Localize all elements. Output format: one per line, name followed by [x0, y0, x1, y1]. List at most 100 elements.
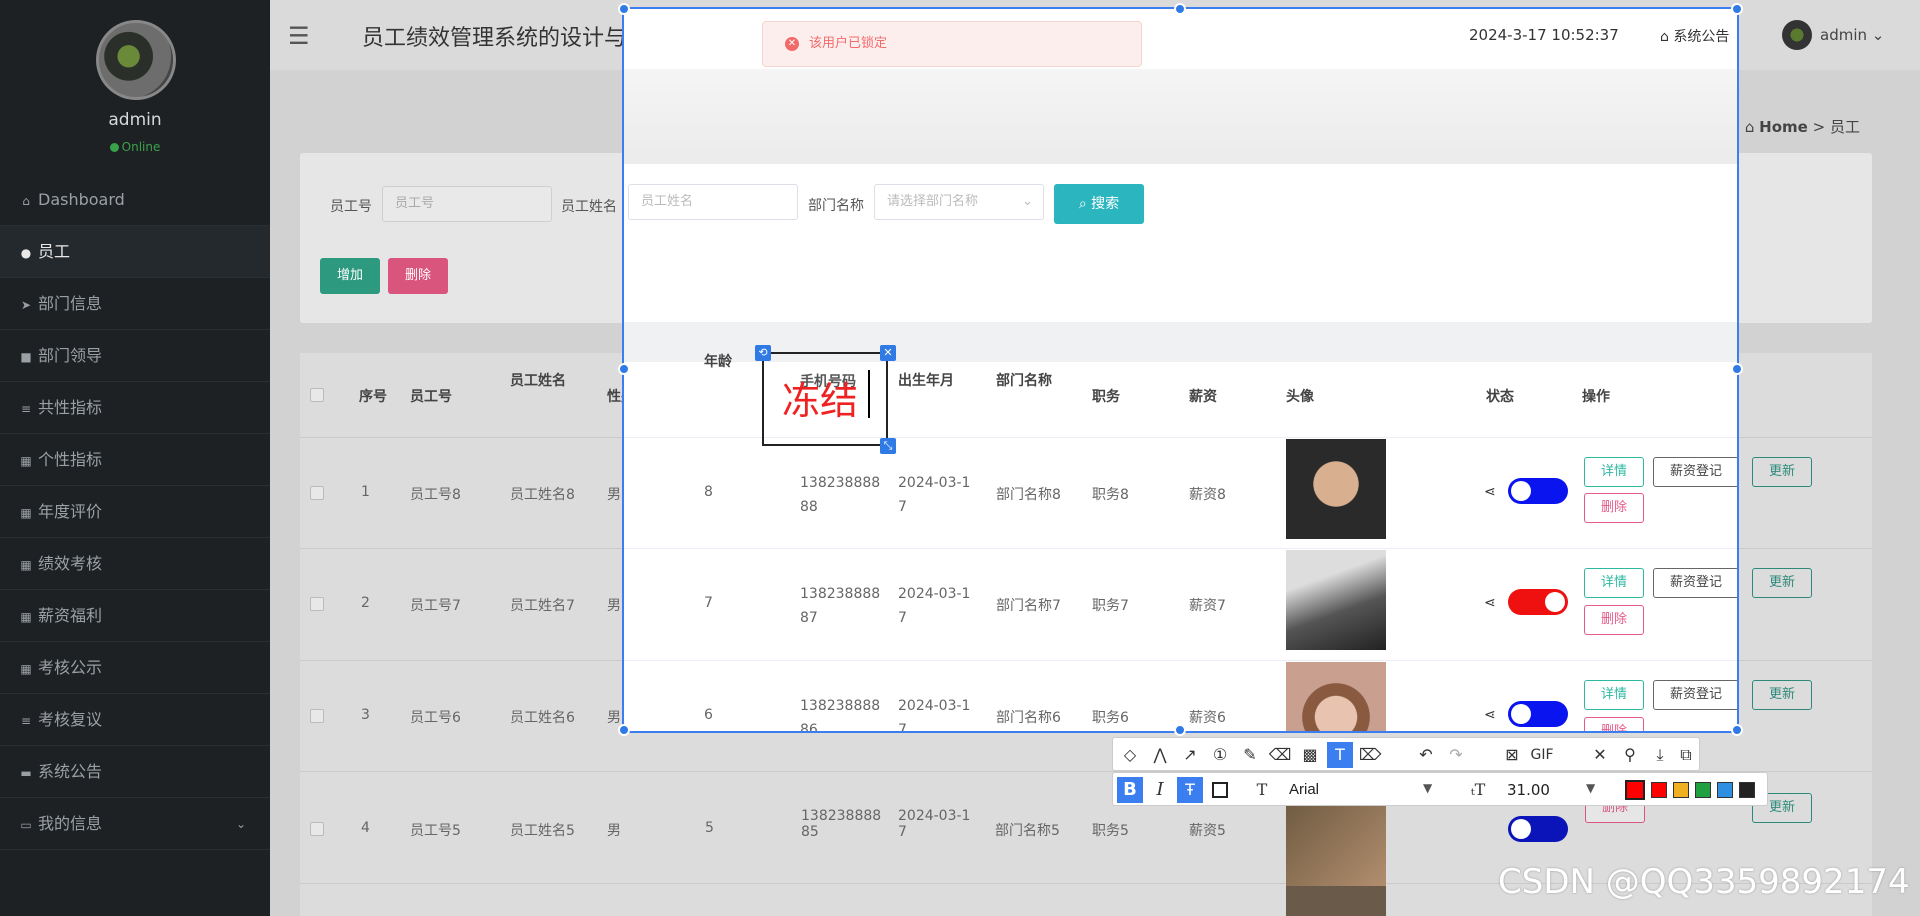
- download-icon[interactable]: ⤓: [1647, 742, 1673, 768]
- text-outline-icon[interactable]: Ŧ: [1177, 777, 1203, 803]
- delete-row-button[interactable]: 删除: [1584, 717, 1644, 731]
- sidebar-item-salary[interactable]: ▦ 薪资福利: [0, 590, 270, 642]
- resize-handle-ne[interactable]: [1731, 3, 1743, 15]
- update-button[interactable]: 更新: [1752, 457, 1812, 487]
- text-tool-icon[interactable]: T: [1327, 742, 1353, 768]
- header-avatar[interactable]: 头像: [1286, 386, 1314, 406]
- close-icon[interactable]: ✕: [880, 345, 896, 361]
- sidebar-item-personal-index[interactable]: ▦ 个性指标: [0, 434, 270, 486]
- add-button[interactable]: 增加: [320, 258, 380, 294]
- detail-button[interactable]: 详情: [1584, 568, 1644, 598]
- sidebar-item-dashboard[interactable]: ⌂ Dashboard: [0, 174, 270, 226]
- row-checkbox[interactable]: [310, 822, 324, 836]
- color-swatch-black[interactable]: [1739, 782, 1755, 798]
- pin-icon[interactable]: ⚲: [1617, 742, 1643, 768]
- pencil-icon[interactable]: ✎: [1237, 742, 1263, 768]
- row-checkbox[interactable]: [310, 486, 324, 500]
- row-checkbox[interactable]: [310, 597, 324, 611]
- header-age[interactable]: 年龄: [704, 351, 732, 371]
- number-icon[interactable]: ①: [1207, 742, 1233, 768]
- sidebar-item-common-index[interactable]: ≡ 共性指标: [0, 382, 270, 434]
- header-emp-name[interactable]: 员工姓名: [510, 370, 566, 390]
- status-toggle[interactable]: [1508, 589, 1568, 615]
- detail-button[interactable]: 详情: [1584, 680, 1644, 710]
- status-toggle[interactable]: [1508, 816, 1568, 842]
- select-all-checkbox[interactable]: [310, 388, 324, 402]
- notice-link[interactable]: ⌂ 系统公告: [1660, 26, 1729, 46]
- salary-register-button[interactable]: 薪资登记: [1653, 457, 1737, 487]
- sidebar-item-annual-review[interactable]: ▦ 年度评价: [0, 486, 270, 538]
- sidebar-item-performance[interactable]: ▦ 绩效考核: [0, 538, 270, 590]
- gif-button[interactable]: GIF: [1529, 742, 1555, 768]
- text-background-icon[interactable]: [1207, 777, 1233, 803]
- update-button[interactable]: 更新: [1752, 568, 1812, 598]
- salary-register-button[interactable]: 薪资登记: [1653, 568, 1737, 598]
- header-dept[interactable]: 部门名称: [996, 370, 1052, 390]
- user-menu[interactable]: admin ⌄: [1820, 26, 1884, 44]
- bold-button[interactable]: B: [1117, 777, 1143, 803]
- share-icon[interactable]: ⋖: [1484, 595, 1496, 611]
- shape-icon[interactable]: ◇: [1117, 742, 1143, 768]
- sidebar-item-dept-leader[interactable]: ■ 部门领导: [0, 330, 270, 382]
- sidebar-item-employee[interactable]: ● 员工: [0, 226, 270, 278]
- delete-row-button[interactable]: 删除: [1584, 605, 1644, 635]
- polyline-icon[interactable]: ⋀: [1147, 742, 1173, 768]
- header-job[interactable]: 职务: [1092, 386, 1120, 406]
- resize-handle-n[interactable]: [1174, 3, 1186, 15]
- sidebar-item-publicity[interactable]: ▦ 考核公示: [0, 642, 270, 694]
- status-toggle[interactable]: [1508, 701, 1568, 727]
- rotate-handle-icon[interactable]: ⟲: [755, 345, 771, 361]
- avatar[interactable]: [1782, 20, 1812, 50]
- detail-button[interactable]: 详情: [1584, 457, 1644, 487]
- redo-icon[interactable]: ↷: [1443, 742, 1469, 768]
- delete-button[interactable]: 删除: [388, 258, 448, 294]
- salary-register-button[interactable]: 薪资登记: [1653, 680, 1737, 710]
- menu-toggle-icon[interactable]: ☰: [288, 22, 310, 50]
- color-swatch-blue[interactable]: [1717, 782, 1733, 798]
- dept-select[interactable]: 请选择部门名称 ⌄: [874, 184, 1044, 220]
- copy-icon[interactable]: ⧉: [1673, 742, 1699, 768]
- ocr-icon[interactable]: ⊠: [1499, 742, 1525, 768]
- arrow-icon[interactable]: ↗: [1177, 742, 1203, 768]
- breadcrumb-home[interactable]: Home: [1759, 118, 1808, 136]
- chevron-down-icon[interactable]: ▼: [1423, 781, 1432, 795]
- share-icon[interactable]: ⋖: [1484, 707, 1496, 723]
- resize-handle-sw[interactable]: [618, 724, 630, 736]
- font-size-select[interactable]: 31.00: [1507, 781, 1550, 799]
- status-toggle[interactable]: [1508, 478, 1568, 504]
- header-status[interactable]: 状态: [1486, 386, 1514, 406]
- header-emp-no[interactable]: 员工号: [410, 386, 452, 406]
- resize-handle-nw[interactable]: [618, 3, 630, 15]
- emp-no-input[interactable]: 员工号: [382, 186, 552, 222]
- header-salary[interactable]: 薪资: [1189, 386, 1217, 406]
- sidebar-item-reconsider[interactable]: ≡ 考核复议: [0, 694, 270, 746]
- search-button[interactable]: ⌕ 搜索: [1054, 184, 1144, 224]
- italic-button[interactable]: I: [1147, 777, 1173, 803]
- resize-handle-se[interactable]: [1731, 724, 1743, 736]
- resize-handle-w[interactable]: [618, 363, 630, 375]
- resize-handle-s[interactable]: [1174, 724, 1186, 736]
- sidebar-item-department[interactable]: ➤ 部门信息: [0, 278, 270, 330]
- color-swatch-orange[interactable]: [1673, 782, 1689, 798]
- delete-row-button[interactable]: 删除: [1584, 493, 1644, 523]
- resize-corner-icon[interactable]: ⤡: [880, 438, 896, 454]
- share-icon[interactable]: ⋖: [1484, 484, 1496, 500]
- close-icon[interactable]: ✕: [1587, 742, 1613, 768]
- eraser-icon[interactable]: ⌦: [1357, 742, 1383, 768]
- mosaic-icon[interactable]: ▩: [1297, 742, 1323, 768]
- color-swatch-green[interactable]: [1695, 782, 1711, 798]
- resize-handle-e[interactable]: [1731, 363, 1743, 375]
- undo-icon[interactable]: ↶: [1413, 742, 1439, 768]
- emp-name-input[interactable]: 员工姓名: [628, 184, 798, 220]
- sidebar-item-my-info[interactable]: ▭ 我的信息 ⌄: [0, 798, 270, 850]
- row-checkbox[interactable]: [310, 709, 324, 723]
- sidebar-item-notice[interactable]: ▬ 系统公告: [0, 746, 270, 798]
- marker-icon[interactable]: ⌫: [1267, 742, 1293, 768]
- update-button[interactable]: 更新: [1752, 680, 1812, 710]
- color-swatch-red[interactable]: [1651, 782, 1667, 798]
- font-family-select[interactable]: Arial: [1289, 781, 1319, 798]
- header-birth[interactable]: 出生年月: [898, 370, 954, 390]
- chevron-down-icon[interactable]: ▼: [1586, 781, 1595, 795]
- annotation-text[interactable]: 冻结: [782, 370, 858, 425]
- current-color-swatch[interactable]: [1625, 780, 1645, 800]
